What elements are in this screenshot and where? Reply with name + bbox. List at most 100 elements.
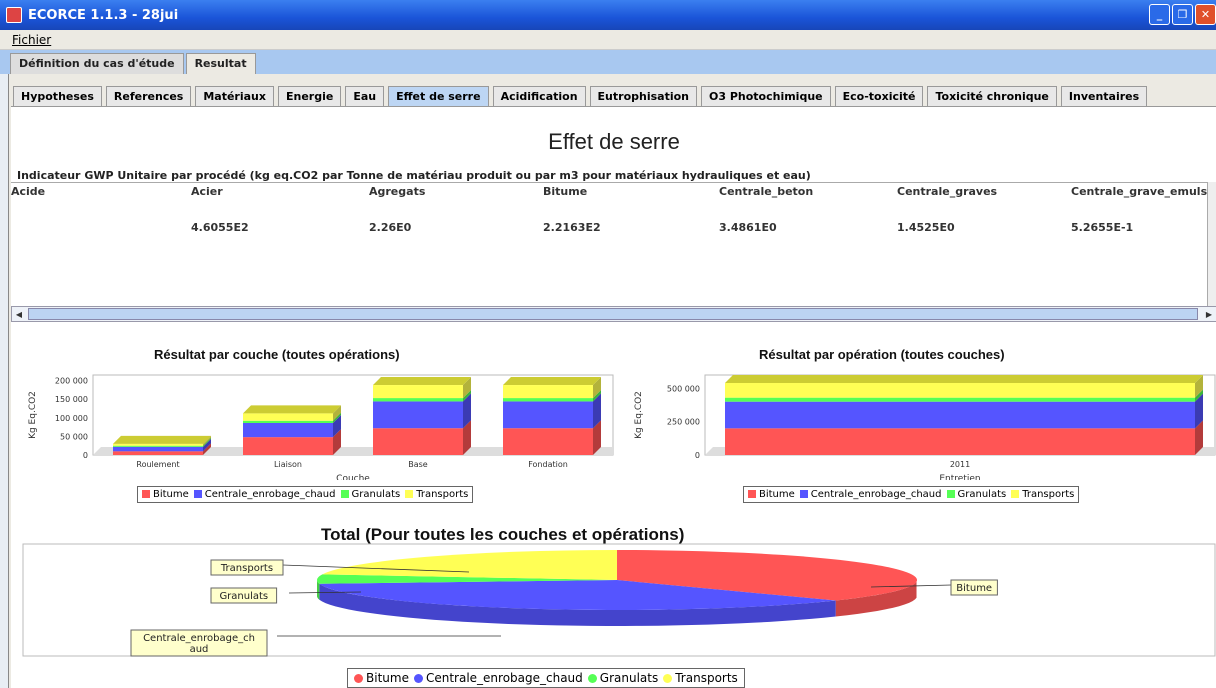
- title-bar: ECORCE 1.1.3 - 28jui _ ❐ ✕: [0, 0, 1216, 30]
- main-tabs: Définition du cas d'étude Resultat: [0, 50, 1216, 74]
- scroll-right-icon[interactable]: ▶: [1202, 307, 1216, 321]
- legend-item: Centrale_enrobage_chaud: [799, 489, 942, 500]
- bar-segment: [243, 413, 333, 421]
- bar-top: [503, 377, 601, 386]
- horizontal-scrollbar[interactable]: ◀ ▶: [11, 306, 1216, 322]
- bar-segment: [503, 385, 593, 399]
- subtab-eau[interactable]: Eau: [345, 86, 385, 107]
- table-cell: 3.4861E0: [719, 221, 777, 234]
- y-axis-label: Kg Eq.CO2: [634, 391, 644, 439]
- page-title: Effet de serre: [548, 129, 680, 154]
- chart2-title: Résultat par opération (toutes couches): [759, 347, 1005, 362]
- subtab-inventaires[interactable]: Inventaires: [1060, 86, 1148, 107]
- bar-segment: [503, 398, 593, 402]
- pie-label-transports: Transports: [220, 563, 273, 574]
- legend-item: Centrale_enrobage_chaud: [193, 489, 336, 500]
- bar-segment: [373, 401, 463, 429]
- legend-item: Granulats: [587, 671, 658, 685]
- legend-item: Bitume: [748, 489, 795, 500]
- subtab-energie[interactable]: Energie: [277, 86, 342, 107]
- bar-segment: [725, 401, 1195, 429]
- legend-item: Transports: [405, 489, 468, 500]
- y-tick-label: 250 000: [667, 418, 700, 427]
- result-panel: Hypotheses References Matériaux Energie …: [8, 74, 1216, 688]
- column-header: Centrale_graves: [897, 185, 998, 198]
- subtab-hypotheses[interactable]: Hypotheses: [13, 86, 102, 107]
- bar-segment: [243, 420, 333, 423]
- bar-segment: [243, 423, 333, 438]
- legend-item: Transports: [663, 671, 738, 685]
- subtab-effet-de-serre[interactable]: Effet de serre: [388, 86, 489, 107]
- menu-fichier[interactable]: Fichier: [12, 33, 51, 47]
- pie-legend: Bitume Centrale_enrobage_chaud Granulats…: [347, 668, 745, 688]
- window-title: ECORCE 1.1.3 - 28jui: [28, 7, 179, 23]
- subtab-o3-photochimique[interactable]: O3 Photochimique: [701, 86, 831, 107]
- bar-segment: [503, 401, 593, 429]
- indicator-label: Indicateur GWP Unitaire par procédé (kg …: [17, 169, 811, 182]
- table-cell: 1.4525E0: [897, 221, 955, 234]
- bar-top: [113, 435, 211, 444]
- bar-segment: [113, 443, 203, 446]
- chart1-title: Résultat par couche (toutes opérations): [154, 347, 400, 362]
- x-tick-label: 2011: [950, 460, 970, 469]
- pie-chart-total: Transports Granulats Centrale_enrobage_cha…: [22, 543, 1216, 657]
- table-cell: 5.2655E-1: [1071, 221, 1134, 234]
- chart-by-layer: 0 50 000 100 000 150 000 200 000 Kg Eq.CO2 Rou…: [28, 374, 614, 480]
- app-icon: [6, 7, 22, 23]
- bar-segment: [373, 428, 463, 455]
- pie-label-centrale: aud: [190, 644, 209, 655]
- subtab-materiaux[interactable]: Matériaux: [195, 86, 274, 107]
- column-header: Agregats: [369, 185, 426, 198]
- close-button[interactable]: ✕: [1195, 4, 1216, 25]
- bar-segment: [113, 445, 203, 447]
- pie-label-centrale: Centrale_enrobage_ch: [143, 633, 255, 644]
- legend-item: Bitume: [354, 671, 409, 685]
- legend-item: Bitume: [142, 489, 189, 500]
- legend-item: Granulats: [946, 489, 1006, 500]
- subtab-eco-toxicite[interactable]: Eco-toxicité: [834, 86, 924, 107]
- bar-segment: [373, 398, 463, 402]
- scroll-left-icon[interactable]: ◀: [12, 307, 26, 321]
- column-header: Centrale_beton: [719, 185, 814, 198]
- sub-tabs: Hypotheses References Matériaux Energie …: [13, 86, 1148, 107]
- chart1-legend: Bitume Centrale_enrobage_chaud Granulats…: [137, 486, 474, 503]
- x-axis-label: Couche: [336, 474, 370, 480]
- bar-top: [373, 377, 471, 386]
- bar-segment: [243, 437, 333, 455]
- chart2-legend: Bitume Centrale_enrobage_chaud Granulats…: [743, 486, 1080, 503]
- y-tick-label: 150 000: [55, 395, 88, 404]
- tab-definition[interactable]: Définition du cas d'étude: [10, 53, 184, 74]
- column-header: Acide: [11, 185, 46, 198]
- column-header: Bitume: [543, 185, 588, 198]
- column-header: Centrale_grave_emulsion: [1071, 185, 1216, 198]
- y-tick-label: 50 000: [60, 432, 88, 441]
- y-tick-label: 100 000: [55, 414, 88, 423]
- bar-segment: [725, 428, 1195, 455]
- bar-segment: [113, 451, 203, 455]
- x-tick-label: Liaison: [274, 460, 302, 469]
- restore-button[interactable]: ❐: [1172, 4, 1193, 25]
- vertical-scrollbar[interactable]: [1207, 182, 1216, 306]
- bar-top: [243, 405, 341, 414]
- gwp-table: Acide Acier Agregats Bitume Centrale_bet…: [11, 182, 1216, 306]
- tab-resultat[interactable]: Resultat: [185, 53, 256, 74]
- x-tick-label: Fondation: [528, 460, 568, 469]
- bar-segment: [113, 446, 203, 452]
- table-cell: 4.6055E2: [191, 221, 249, 234]
- y-tick-label: 500 000: [667, 384, 700, 393]
- subtab-toxicite-chronique[interactable]: Toxicité chronique: [927, 86, 1057, 107]
- subtab-references[interactable]: References: [105, 86, 192, 107]
- legend-item: Granulats: [340, 489, 400, 500]
- legend-item: Transports: [1011, 489, 1074, 500]
- pie-label-granulats: Granulats: [219, 591, 268, 602]
- column-header: Acier: [191, 185, 223, 198]
- y-tick-label: 0: [695, 451, 700, 460]
- subtab-eutrophisation[interactable]: Eutrophisation: [589, 86, 697, 107]
- subtab-acidification[interactable]: Acidification: [492, 86, 586, 107]
- bar-segment: [373, 385, 463, 399]
- y-tick-label: 200 000: [55, 377, 88, 386]
- bar-top: [725, 375, 1203, 383]
- scroll-thumb[interactable]: [28, 308, 1198, 320]
- minimize-button[interactable]: _: [1149, 4, 1170, 25]
- chart-by-operation: 0 250 000 500 000 Kg Eq.CO2 2011 Entretien: [634, 374, 1216, 480]
